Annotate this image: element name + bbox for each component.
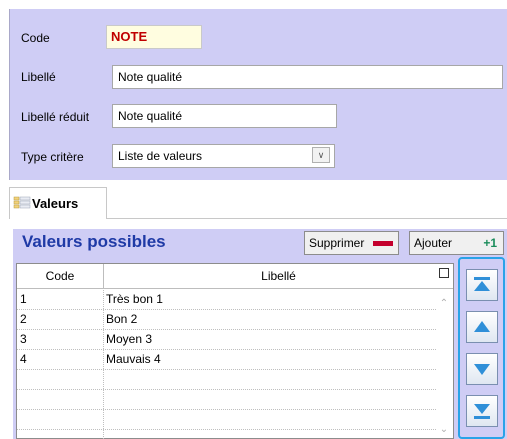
table-row[interactable] [17,369,436,390]
move-bottom-button[interactable] [466,395,498,427]
code-field[interactable]: NOTE [106,25,202,49]
table-row[interactable]: 1 Très bon 1 [17,289,436,310]
cell-libelle: Moyen 3 [106,332,153,346]
cell-code: 2 [20,312,27,326]
table-row[interactable] [17,389,436,410]
add-button[interactable]: Ajouter +1 [409,231,504,255]
libelle-reduit-label: Libellé réduit [21,110,90,124]
delete-label: Supprimer [309,236,365,250]
chevron-down-icon[interactable]: ∨ [312,147,330,163]
type-critere-label: Type critère [21,150,84,164]
values-table: Code Libellé 1 Très bon 1 2 Bon 2 3 Moye… [16,263,454,439]
cell-code: 4 [20,352,27,366]
table-row[interactable] [17,409,436,430]
add-label: Ajouter [414,236,453,250]
move-up-icon [474,321,490,332]
criteria-form: Code NOTE Libellé Note qualité Libellé r… [9,9,507,180]
cell-libelle: Très bon 1 [106,292,163,306]
type-critere-select[interactable]: Liste de valeurs ∨ [112,144,335,168]
table-row[interactable]: 4 Mauvais 4 [17,349,436,370]
cell-code: 1 [20,292,27,306]
plus-one-icon: +1 [483,236,497,250]
type-critere-value: Liste de valeurs [118,149,203,163]
libelle-field[interactable]: Note qualité [112,65,503,89]
column-chooser-icon[interactable] [439,268,449,278]
values-panel: Valeurs possibles Supprimer Ajouter +1 C… [13,229,507,439]
move-top-button[interactable] [466,269,498,301]
values-title: Valeurs possibles [22,232,166,251]
move-bottom-icon [474,404,490,419]
move-down-button[interactable] [466,353,498,385]
table-row[interactable]: 2 Bon 2 [17,309,436,330]
move-down-icon [474,364,490,375]
table-row[interactable]: 3 Moyen 3 [17,329,436,350]
cell-libelle: Mauvais 4 [106,352,161,366]
column-header-libelle[interactable]: Libellé [104,264,453,288]
cell-libelle: Bon 2 [106,312,138,326]
minus-bar-icon [373,241,393,246]
libelle-reduit-field[interactable]: Note qualité [112,104,337,128]
table-header: Code Libellé [17,264,453,289]
row-move-controls [458,257,505,439]
scroll-down-icon[interactable]: ⌄ [439,424,449,435]
tab-label: Valeurs [32,196,79,211]
move-top-icon [474,277,490,291]
tab-valeurs[interactable]: Valeurs [9,187,107,219]
cell-code: 3 [20,332,27,346]
scroll-up-icon[interactable]: ⌃ [439,298,449,309]
move-up-button[interactable] [466,311,498,343]
grid-list-icon [13,196,31,209]
code-label: Code [21,31,50,45]
column-header-code[interactable]: Code [17,264,104,288]
tab-divider [107,218,507,219]
delete-button[interactable]: Supprimer [304,231,399,255]
libelle-label: Libellé [21,70,56,84]
